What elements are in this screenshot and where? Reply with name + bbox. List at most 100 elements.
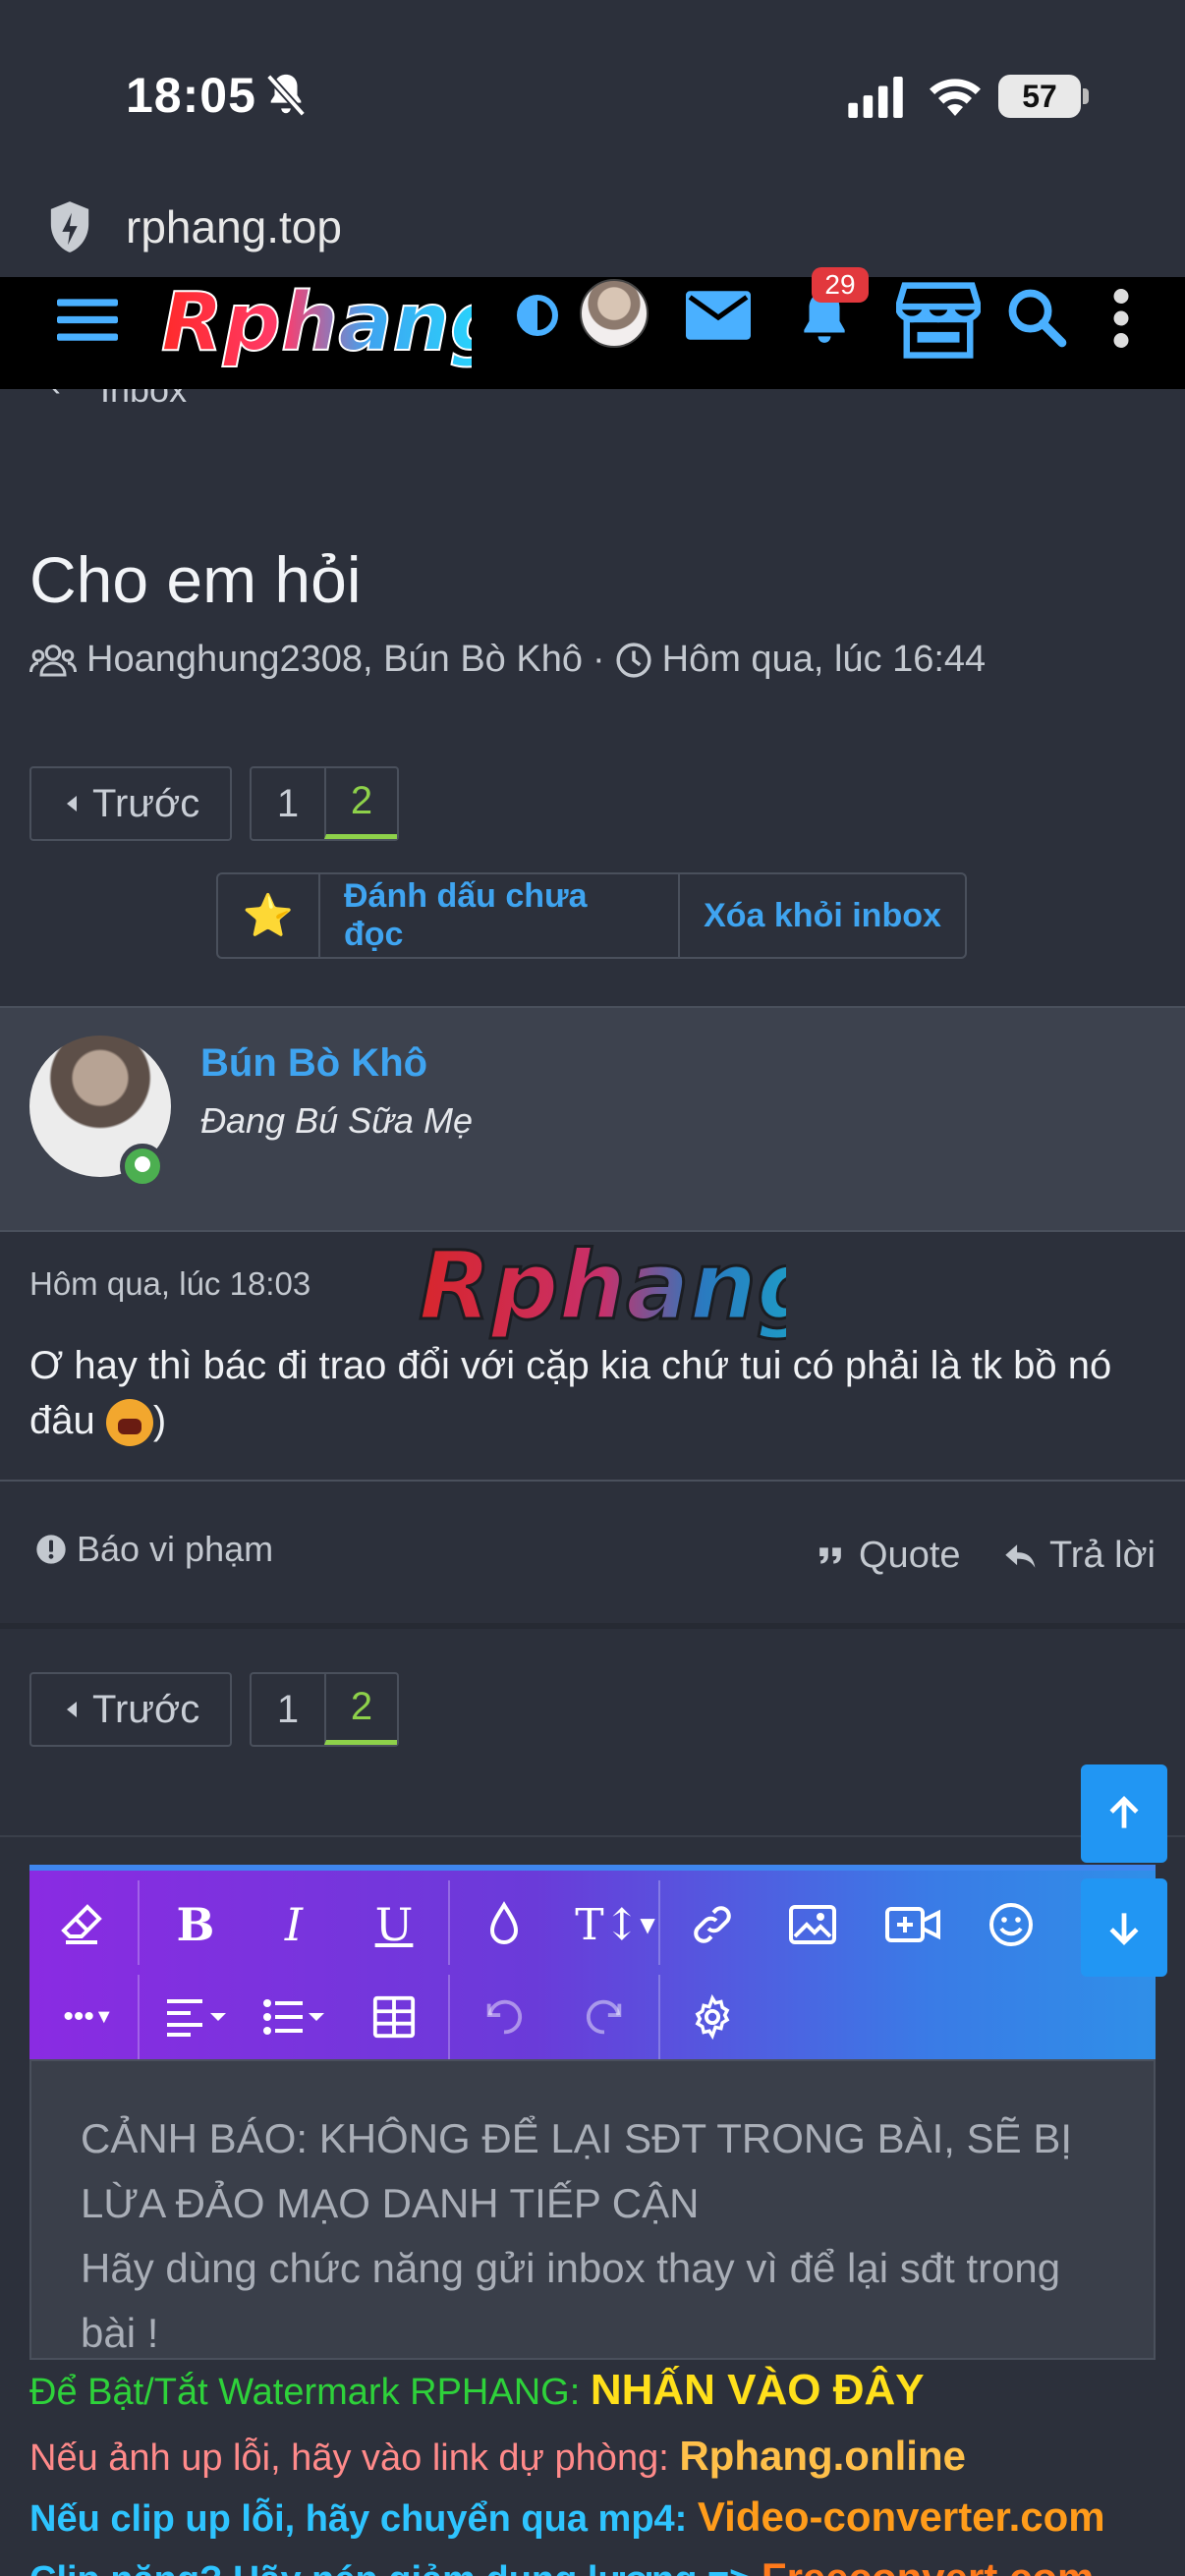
italic-icon[interactable]: I [261, 1892, 326, 1957]
arrow-up-icon [1109, 1795, 1139, 1828]
nav-avatar[interactable] [580, 279, 649, 348]
undo-icon[interactable] [472, 1985, 536, 2049]
battery-nub [1083, 88, 1089, 104]
watermark-logo: Rphang [418, 1230, 787, 1343]
table-icon[interactable] [362, 1985, 426, 2049]
text-color-icon[interactable] [472, 1892, 536, 1957]
quote-label: Quote [859, 1535, 961, 1576]
bell-off-icon [265, 74, 307, 117]
pagination-prev-button[interactable]: Trước [29, 766, 232, 841]
message-author[interactable]: Bún Bò Khô [200, 1041, 427, 1086]
promo-converter: Nếu clip up lỗi, hãy chuyển qua mp4: Vid… [29, 2493, 1105, 2541]
align-icon[interactable] [157, 1985, 236, 2049]
mark-unread-button[interactable]: Đánh dấu chưa đọc [320, 874, 680, 957]
message-text-content: Ơ hay thì bác đi trao đổi với cặp kia ch… [29, 1344, 1112, 1442]
video-icon[interactable] [880, 1892, 945, 1957]
scroll-bottom-button[interactable] [1081, 1878, 1167, 1977]
divider [0, 1623, 1185, 1629]
report-label: Báo vi phạm [77, 1529, 274, 1569]
more-vertical-icon[interactable] [1110, 289, 1132, 348]
more-options-icon[interactable]: ••• ▼ [49, 1985, 128, 2049]
breadcrumb[interactable]: ‹ Inbox [39, 389, 236, 409]
mail-icon[interactable] [686, 291, 751, 340]
theme-toggle-icon[interactable] [517, 295, 558, 336]
editor-input[interactable]: CẢNH BÁO: KHÔNG ĐỂ LẠI SĐT TRONG BÀI, SẼ… [29, 2059, 1156, 2360]
promo-backup-link[interactable]: Rphang.online [679, 2433, 966, 2479]
menu-icon[interactable] [57, 295, 118, 344]
leave-conversation-button[interactable]: Xóa khỏi inbox [680, 874, 965, 957]
page-link-1-bottom[interactable]: 1 [252, 1674, 324, 1745]
wifi-icon [930, 79, 981, 116]
signal-icon [848, 77, 903, 118]
site-logo[interactable]: Rphang [157, 273, 472, 371]
page-link-1[interactable]: 1 [252, 768, 324, 839]
pagination-pages-bottom: 1 2 [250, 1672, 399, 1747]
reply-icon [1005, 1543, 1036, 1568]
shield-icon[interactable] [47, 198, 92, 257]
users-icon [29, 644, 77, 676]
arrow-down-icon [1109, 1913, 1139, 1946]
message-user-header [0, 1006, 1185, 1230]
quote-icon [819, 1546, 841, 1564]
promo-backup-text: Nếu ảnh up lỗi, hãy vào link dự phòng: [29, 2437, 680, 2479]
notification-badge: 29 [812, 267, 869, 303]
image-icon[interactable] [780, 1892, 845, 1957]
redo-icon[interactable] [572, 1985, 637, 2049]
toolbar-separator [138, 1880, 140, 1965]
toolbar-separator [448, 1880, 450, 1965]
page-link-2-bottom[interactable]: 2 [324, 1674, 397, 1745]
store-icon[interactable] [896, 279, 981, 360]
promo-watermark-link[interactable]: NHẤN VÀO ĐÂY [591, 2366, 925, 2414]
list-icon[interactable] [255, 1985, 334, 2049]
link-icon[interactable] [680, 1892, 745, 1957]
message-date[interactable]: Hôm qua, lúc 18:03 [29, 1265, 310, 1303]
promo-converter-link[interactable]: Video-converter.com [698, 2493, 1105, 2540]
editor-placeholder: CẢNH BÁO: KHÔNG ĐỂ LẠI SĐT TRONG BÀI, SẼ… [81, 2106, 1102, 2358]
promo-watermark: Để Bật/Tắt Watermark RPHANG: NHẤN VÀO ĐÂ… [29, 2366, 925, 2415]
editor-hint-line: Hãy dùng chức năng gửi inbox thay vì để … [81, 2245, 1061, 2356]
online-status-icon [120, 1144, 165, 1189]
promo-watermark-text: Để Bật/Tắt Watermark RPHANG: [29, 2372, 591, 2413]
gear-icon[interactable] [680, 1985, 745, 2049]
promo-compress-link[interactable]: Freeconvert.com [762, 2554, 1094, 2576]
smiley-icon[interactable] [979, 1892, 1044, 1957]
toolbar-separator [138, 1975, 140, 2059]
report-link[interactable]: Báo vi phạm [35, 1529, 273, 1570]
clock-icon [616, 642, 651, 678]
breadcrumb-chevron-icon: ‹ [49, 389, 61, 405]
message-text-tail: ) [152, 1399, 167, 1442]
promo-backup: Nếu ảnh up lỗi, hãy vào link dự phòng: R… [29, 2433, 966, 2480]
laughing-emoji-icon [105, 1399, 153, 1447]
pagination-pages: 1 2 [250, 766, 399, 841]
clear-format-icon[interactable] [49, 1892, 114, 1957]
font-size-icon[interactable]: T↕ ▼ [566, 1892, 664, 1957]
scroll-top-button[interactable] [1081, 1764, 1167, 1863]
conversation-meta: Hoanghung2308, Bún Bò Khô · Hôm qua, lúc… [29, 639, 986, 681]
url-text[interactable]: rphang.top [126, 200, 342, 253]
pagination-prev-button-bottom[interactable]: Trước [29, 1672, 232, 1747]
pagination-prev-label-bottom: Trước [92, 1687, 200, 1731]
promo-compress-text: Clip nặng? Hãy nén giảm dung lượng => [29, 2559, 762, 2576]
bold-icon[interactable]: B [163, 1892, 228, 1957]
promo-compress: Clip nặng? Hãy nén giảm dung lượng => Fr… [29, 2554, 1094, 2576]
page-link-2[interactable]: 2 [324, 768, 397, 839]
page-title: Cho em hỏi [29, 543, 362, 616]
reply-label: Trả lời [1049, 1535, 1156, 1576]
star-button[interactable]: ⭐ [218, 874, 320, 957]
chevron-left-icon [67, 1702, 77, 1717]
search-icon[interactable] [1006, 287, 1067, 348]
logo-text: Rphang [161, 276, 472, 369]
reply-button[interactable]: Trả lời [1004, 1535, 1156, 1577]
promo-converter-text: Nếu clip up lỗi, hãy chuyển qua mp4: [29, 2498, 698, 2540]
toolbar-separator [658, 1975, 660, 2059]
message-text: Ơ hay thì bác đi trao đổi với cặp kia ch… [29, 1338, 1159, 1448]
pagination-prev-label: Trước [92, 781, 200, 825]
quote-button[interactable]: Quote [818, 1535, 961, 1577]
toolbar-separator [658, 1880, 660, 1965]
participants[interactable]: Hoanghung2308, Bún Bò Khô [86, 639, 583, 681]
status-time: 18:05 [126, 68, 256, 123]
underline-icon[interactable]: U [362, 1892, 426, 1957]
breadcrumb-label[interactable]: Inbox [100, 389, 187, 409]
conversation-actions: ⭐ Đánh dấu chưa đọc Xóa khỏi inbox [216, 872, 967, 959]
toolbar-separator [448, 1975, 450, 2059]
